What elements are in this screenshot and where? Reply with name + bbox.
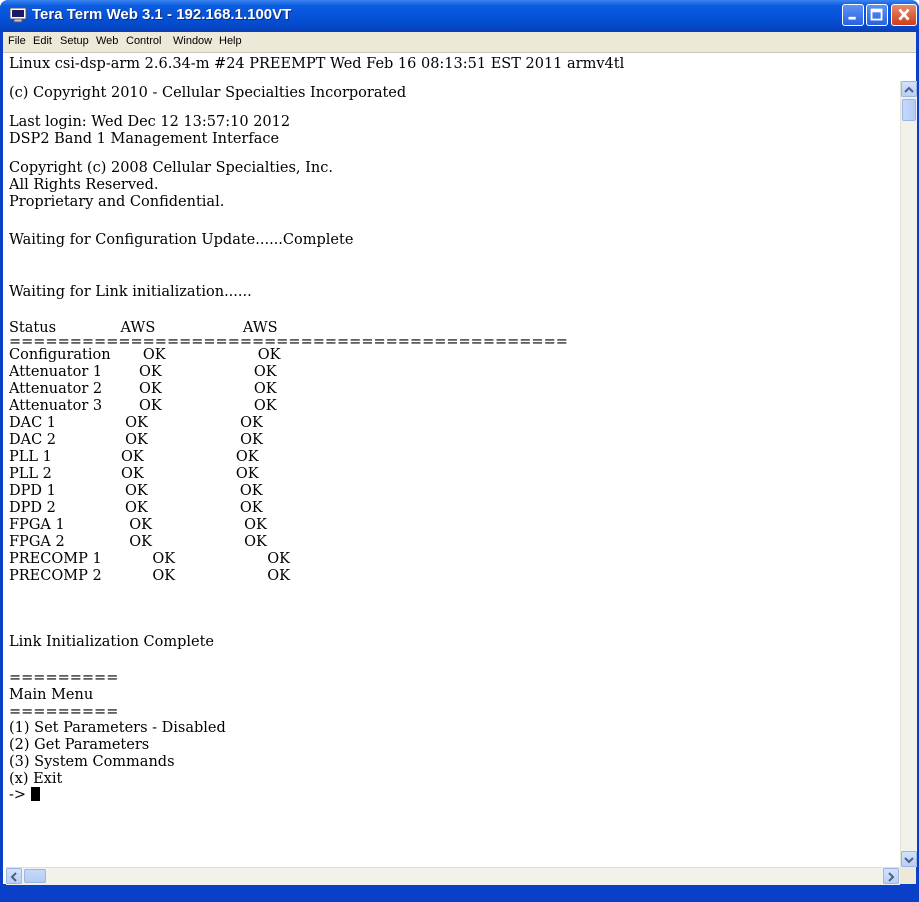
terminal-line: Linux csi-dsp-arm 2.6.34-m #24 PREEMPT W… bbox=[9, 56, 625, 72]
status-row: Attenuator 1 OK OK bbox=[9, 364, 277, 380]
resize-grip[interactable] bbox=[900, 867, 916, 884]
close-button[interactable] bbox=[891, 4, 917, 26]
horizontal-scroll-thumb[interactable] bbox=[24, 869, 46, 883]
scroll-up-icon bbox=[904, 86, 914, 93]
menu-help[interactable]: Help bbox=[219, 35, 242, 47]
text-cursor bbox=[30, 787, 40, 801]
terminal-app-icon[interactable] bbox=[9, 7, 27, 23]
tera-term-window: Tera Term Web 3.1 - 192.168.1.100VT File… bbox=[0, 0, 919, 902]
menu-file[interactable]: File bbox=[8, 35, 26, 47]
status-row: Attenuator 2 OK OK bbox=[9, 381, 277, 397]
menu-edit[interactable]: Edit bbox=[33, 35, 52, 47]
terminal-line: Copyright (c) 2008 Cellular Specialties,… bbox=[9, 160, 333, 176]
status-row: PLL 1 OK OK bbox=[9, 449, 259, 465]
scroll-left-button[interactable] bbox=[6, 868, 22, 884]
terminal-line: Waiting for Configuration Update......Co… bbox=[9, 232, 354, 248]
terminal-screen[interactable]: Linux csi-dsp-arm 2.6.34-m #24 PREEMPT W… bbox=[9, 55, 889, 867]
menu-setup[interactable]: Setup bbox=[60, 35, 89, 47]
terminal-line: (c) Copyright 2010 - Cellular Specialtie… bbox=[9, 85, 407, 101]
terminal-line: ========= bbox=[9, 670, 119, 686]
prompt: -> bbox=[9, 787, 31, 803]
status-row: Attenuator 3 OK OK bbox=[9, 398, 277, 414]
status-row: FPGA 2 OK OK bbox=[9, 534, 267, 550]
scroll-right-icon bbox=[888, 872, 895, 882]
terminal-line: Waiting for Link initialization...... bbox=[9, 284, 252, 300]
maximize-button[interactable] bbox=[866, 4, 888, 26]
prompt-line[interactable]: -> bbox=[9, 786, 40, 804]
status-row: Configuration OK OK bbox=[9, 347, 281, 363]
close-icon bbox=[898, 8, 910, 21]
status-row: PRECOMP 1 OK OK bbox=[9, 551, 291, 567]
menu-web[interactable]: Web bbox=[96, 35, 118, 47]
menu-bar: File Edit Setup Web Control Window Help bbox=[3, 32, 916, 53]
minimize-button[interactable] bbox=[842, 4, 864, 26]
menu-title: Main Menu bbox=[9, 687, 94, 703]
status-row: DPD 1 OK OK bbox=[9, 483, 263, 499]
status-row: DAC 1 OK OK bbox=[9, 415, 263, 431]
title-bar[interactable]: Tera Term Web 3.1 - 192.168.1.100VT bbox=[0, 0, 919, 32]
menu-window[interactable]: Window bbox=[173, 35, 212, 47]
status-row: FPGA 1 OK OK bbox=[9, 517, 267, 533]
window-title: Tera Term Web 3.1 - 192.168.1.100VT bbox=[32, 6, 292, 23]
terminal-line: Proprietary and Confidential. bbox=[9, 194, 225, 210]
minimize-icon bbox=[848, 16, 856, 20]
menu-option: (1) Set Parameters - Disabled bbox=[9, 720, 226, 736]
terminal-client-area[interactable]: Linux csi-dsp-arm 2.6.34-m #24 PREEMPT W… bbox=[3, 53, 917, 885]
menu-control[interactable]: Control bbox=[126, 35, 161, 47]
maximize-icon bbox=[870, 8, 883, 21]
status-row: DAC 2 OK OK bbox=[9, 432, 263, 448]
scroll-right-button[interactable] bbox=[883, 868, 899, 884]
status-row: PLL 2 OK OK bbox=[9, 466, 259, 482]
terminal-line: DSP2 Band 1 Management Interface bbox=[9, 131, 280, 147]
scroll-down-button[interactable] bbox=[901, 851, 917, 867]
status-row: PRECOMP 2 OK OK bbox=[9, 568, 291, 584]
menu-option: (3) System Commands bbox=[9, 754, 175, 770]
scroll-up-button[interactable] bbox=[901, 81, 917, 97]
horizontal-scrollbar[interactable] bbox=[6, 867, 900, 885]
menu-option: (2) Get Parameters bbox=[9, 737, 150, 753]
vertical-scrollbar[interactable] bbox=[900, 81, 917, 867]
status-row: DPD 2 OK OK bbox=[9, 500, 263, 516]
scroll-down-icon bbox=[904, 857, 914, 864]
vertical-scroll-thumb[interactable] bbox=[902, 99, 916, 121]
scroll-left-icon bbox=[10, 872, 17, 882]
terminal-line: Link Initialization Complete bbox=[9, 634, 214, 650]
terminal-line: Last login: Wed Dec 12 13:57:10 2012 bbox=[9, 114, 291, 130]
terminal-line: All Rights Reserved. bbox=[9, 177, 159, 193]
